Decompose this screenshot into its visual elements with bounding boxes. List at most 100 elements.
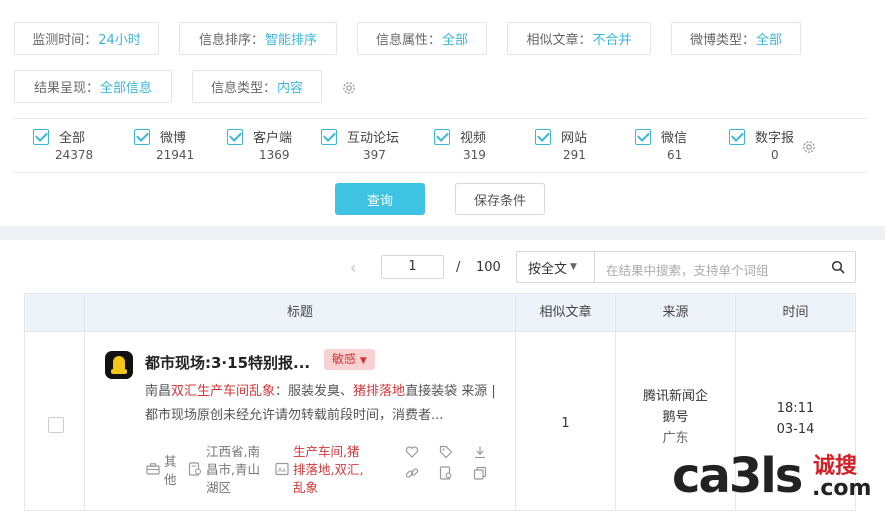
filter-info-attr[interactable]: 信息属性： 全部 bbox=[357, 22, 487, 55]
filter-info-sort[interactable]: 信息排序： 智能排序 bbox=[179, 22, 337, 55]
page-number-input[interactable]: 1 bbox=[381, 255, 444, 279]
filter-info-type[interactable]: 信息类型： 内容 bbox=[192, 70, 322, 103]
source-name: 微信 bbox=[661, 131, 688, 146]
doc-search-icon[interactable] bbox=[439, 466, 453, 480]
source-name: 客户端 bbox=[253, 131, 293, 146]
source-forum[interactable]: 互动论坛 397 bbox=[321, 126, 411, 166]
link-icon[interactable] bbox=[405, 466, 419, 480]
search-scope-select[interactable]: 按全文 ▼ bbox=[517, 252, 595, 282]
filter-label: 结果呈现： bbox=[33, 81, 99, 96]
heart-icon[interactable] bbox=[405, 445, 419, 459]
table-header: 标题 相似文章 来源 时间 bbox=[25, 294, 855, 332]
checkbox-checked[interactable] bbox=[535, 129, 551, 145]
filter-settings-gear-icon[interactable] bbox=[341, 80, 357, 96]
briefcase-icon bbox=[146, 463, 160, 475]
filter-weibo-type[interactable]: 微博类型： 全部 bbox=[671, 22, 801, 55]
divider bbox=[14, 118, 867, 119]
watermark-main: ca3ls bbox=[672, 448, 803, 504]
filter-label: 信息属性： bbox=[375, 33, 441, 48]
badge-label: 敏感 bbox=[332, 352, 357, 366]
header-source: 来源 bbox=[662, 305, 689, 320]
source-name-line: 腾讯新闻企 bbox=[642, 389, 708, 404]
checkbox-checked[interactable] bbox=[134, 129, 150, 145]
source-client[interactable]: 客户端 1369 bbox=[227, 126, 307, 166]
location-text: 江西省,南昌市,青山湖区 bbox=[206, 444, 260, 495]
summary-highlight: 双汇生产车间乱象 bbox=[171, 384, 276, 399]
checkbox-checked[interactable] bbox=[33, 129, 49, 145]
source-all[interactable]: 全部 24378 bbox=[33, 126, 103, 166]
filter-similar[interactable]: 相似文章： 不合并 bbox=[507, 22, 651, 55]
filter-label: 信息排序： bbox=[198, 33, 264, 48]
time-date: 03-14 bbox=[776, 422, 815, 437]
filter-label: 监测时间： bbox=[32, 33, 98, 48]
search-icon[interactable] bbox=[831, 260, 845, 274]
filter-result-show[interactable]: 结果呈现： 全部信息 bbox=[14, 70, 172, 103]
checkbox-checked[interactable] bbox=[434, 129, 450, 145]
source-count: 21941 bbox=[156, 148, 195, 162]
result-search: 按全文 ▼ 在结果中搜索，支持单个词组 bbox=[516, 251, 856, 283]
prev-page-button[interactable]: ‹ bbox=[350, 258, 356, 277]
checkbox-checked[interactable] bbox=[321, 129, 337, 145]
source-weibo[interactable]: 微博 21941 bbox=[134, 126, 204, 166]
source-digital-paper[interactable]: 数字报 0 bbox=[729, 126, 809, 166]
keywords-text: 生产车间,猪排落地,双汇,乱象 bbox=[293, 444, 364, 495]
search-input[interactable]: 在结果中搜索，支持单个词组 bbox=[606, 260, 769, 279]
source-wechat[interactable]: 微信 61 bbox=[635, 126, 705, 166]
filter-value: 全部 bbox=[756, 33, 783, 48]
source-count: 1369 bbox=[259, 148, 290, 162]
category-line: 他 bbox=[164, 472, 177, 487]
watermark-logo: ca3ls 诚搜 .com bbox=[672, 446, 885, 511]
similar-count[interactable]: 1 bbox=[516, 416, 615, 431]
article-title[interactable]: 都市现场:3·15特别报... bbox=[145, 352, 310, 373]
summary-text: 南昌 bbox=[145, 384, 172, 399]
checkbox-checked[interactable] bbox=[227, 129, 243, 145]
svg-text:Aa: Aa bbox=[278, 467, 286, 474]
source-count: 61 bbox=[667, 148, 683, 162]
divider bbox=[14, 172, 867, 173]
article-summary[interactable]: 南昌双汇生产车间乱象：服装发臭、猪排落地直接装袋 来源 | 都市现场原创未经允许… bbox=[145, 380, 505, 428]
checkbox-checked[interactable] bbox=[729, 129, 745, 145]
query-button[interactable]: 查询 bbox=[335, 183, 425, 215]
row-checkbox[interactable] bbox=[48, 417, 64, 433]
download-icon[interactable] bbox=[473, 445, 487, 459]
source-count: 0 bbox=[771, 148, 779, 162]
chevron-down-icon: ▼ bbox=[570, 262, 577, 272]
keyword-icon: Aa bbox=[275, 462, 289, 476]
summary-text: ：服装发臭、 bbox=[275, 384, 354, 399]
category-line: 其 bbox=[164, 454, 177, 469]
checkbox-checked[interactable] bbox=[635, 129, 651, 145]
source-cell: 腾讯新闻企 鹅号 广东 bbox=[616, 386, 735, 449]
filter-value: 不合并 bbox=[592, 33, 632, 48]
time-clock: 18:11 bbox=[776, 401, 815, 416]
source-name: 网站 bbox=[561, 131, 588, 146]
location-doc-icon bbox=[188, 462, 202, 476]
source-count: 291 bbox=[563, 148, 586, 162]
filter-value: 全部 bbox=[442, 33, 469, 48]
filter-value: 全部信息 bbox=[100, 81, 153, 96]
sensitive-badge[interactable]: 敏感 ▼ bbox=[324, 349, 375, 370]
source-website[interactable]: 网站 291 bbox=[535, 126, 605, 166]
save-conditions-button[interactable]: 保存条件 bbox=[455, 183, 545, 215]
filter-label: 相似文章： bbox=[526, 33, 592, 48]
filter-value: 24小时 bbox=[98, 33, 141, 48]
source-name: 全部 bbox=[59, 131, 86, 146]
header-time: 时间 bbox=[782, 305, 809, 320]
filter-label: 微博类型： bbox=[689, 33, 755, 48]
filter-value: 内容 bbox=[277, 81, 304, 96]
category-text: 其 他 bbox=[164, 453, 180, 489]
filter-monitor-time[interactable]: 监测时间： 24小时 bbox=[14, 22, 159, 55]
source-count: 397 bbox=[363, 148, 386, 162]
source-name: 微博 bbox=[160, 131, 187, 146]
tag-icon[interactable] bbox=[439, 445, 453, 459]
source-name-line: 鹅号 bbox=[662, 410, 689, 425]
column-divider bbox=[84, 294, 85, 510]
summary-highlight: 猪排落地 bbox=[353, 384, 406, 399]
search-scope-value: 按全文 bbox=[528, 261, 568, 277]
column-divider bbox=[515, 294, 516, 510]
source-settings-gear-icon[interactable] bbox=[801, 139, 817, 155]
caret-down-icon: ▼ bbox=[359, 356, 367, 366]
filter-label: 信息类型： bbox=[210, 81, 276, 96]
header-similar: 相似文章 bbox=[539, 305, 592, 320]
source-video[interactable]: 视频 319 bbox=[434, 126, 504, 166]
copy-icon[interactable] bbox=[473, 466, 487, 480]
